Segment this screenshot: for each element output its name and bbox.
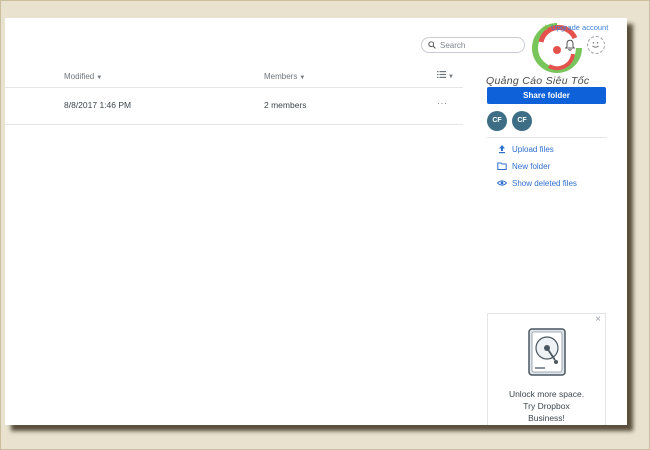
upload-icon xyxy=(499,145,505,154)
promo-message: Unlock more space. Try Dropbox Business! xyxy=(488,388,605,424)
upload-files-label: Upload files xyxy=(512,144,554,154)
column-header-modified[interactable]: Modified ▼ xyxy=(64,72,102,81)
row-modified-cell: 8/8/2017 1:46 PM xyxy=(64,100,132,110)
smiley-icon xyxy=(592,41,599,48)
close-icon[interactable]: × xyxy=(595,314,601,325)
bell-icon[interactable] xyxy=(564,39,576,51)
header-divider xyxy=(5,87,463,88)
search-icon xyxy=(428,41,436,49)
row-more-button[interactable]: ··· xyxy=(437,98,448,108)
promo-line: Unlock more space. xyxy=(508,389,585,399)
member-avatar[interactable]: CF xyxy=(487,111,507,131)
column-header-label: Modified xyxy=(64,72,95,81)
row-divider xyxy=(5,124,463,125)
member-avatar[interactable]: CF xyxy=(512,111,532,131)
sidebar-divider xyxy=(487,137,607,138)
row-members-cell: 2 members xyxy=(264,100,307,110)
upgrade-account-label: Upgrade account xyxy=(551,23,609,32)
view-toggle-button[interactable]: ▼ xyxy=(437,71,454,80)
new-folder-link[interactable]: New folder xyxy=(497,161,550,171)
account-avatar-icon[interactable] xyxy=(587,36,605,54)
app-window: ★Upgrade account Quảng Cáo Siêu Tốc Modi… xyxy=(5,18,627,425)
watermark-text: Quảng Cáo Siêu Tốc xyxy=(486,75,590,87)
promo-card: × Unlock more space. Try Dropbox Busines… xyxy=(487,313,606,425)
new-folder-label: New folder xyxy=(512,161,551,171)
upgrade-account-link[interactable]: ★ Upgrade account xyxy=(542,23,608,32)
show-deleted-files-link[interactable]: Show deleted files xyxy=(497,178,577,188)
promo-line: Try Dropbox xyxy=(523,401,570,411)
caret-down-icon: ▼ xyxy=(96,75,103,81)
column-header-members[interactable]: Members ▼ xyxy=(264,72,305,81)
share-folder-button[interactable]: Share folder xyxy=(487,87,606,104)
search-input[interactable] xyxy=(440,40,510,50)
hard-drive-icon xyxy=(528,328,566,376)
search-box[interactable] xyxy=(421,37,525,53)
folder-icon xyxy=(497,162,507,170)
upload-files-link[interactable]: Upload files xyxy=(497,144,554,154)
caret-down-icon: ▼ xyxy=(299,75,306,81)
caret-down-icon: ▼ xyxy=(448,74,454,80)
column-header-label: Members xyxy=(264,72,298,81)
star-icon: ★ xyxy=(542,23,550,32)
show-deleted-files-label: Show deleted files xyxy=(512,178,577,188)
eye-icon xyxy=(497,180,507,186)
list-view-icon xyxy=(437,71,446,78)
promo-line: Business! xyxy=(528,413,565,423)
